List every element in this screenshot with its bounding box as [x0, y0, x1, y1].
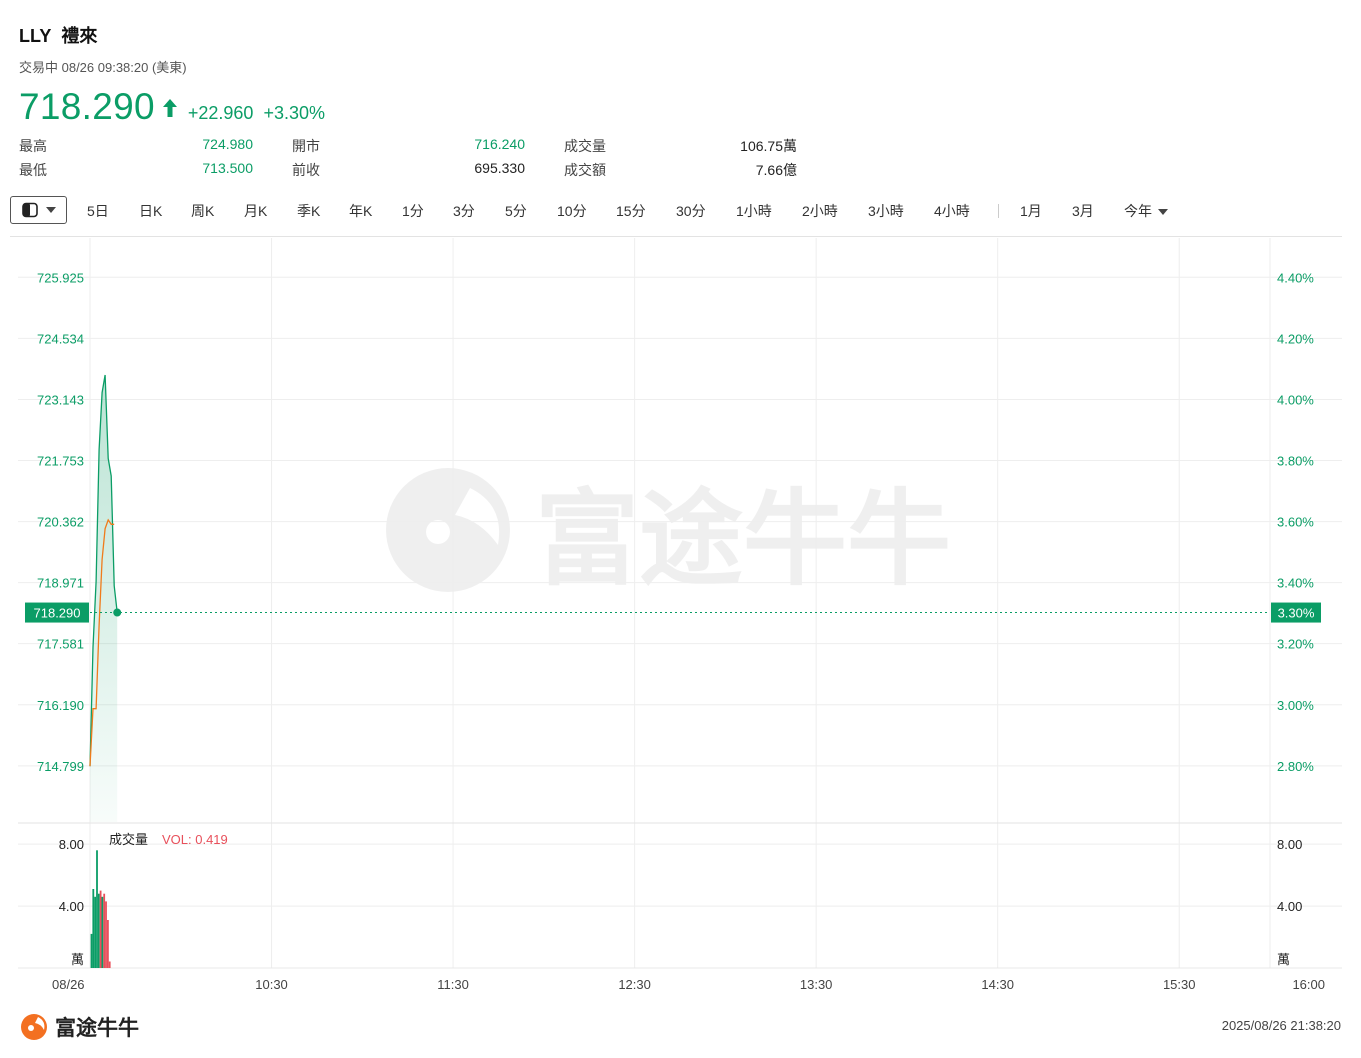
volume-tick-label: 8.00 [59, 837, 84, 852]
volume-bar [96, 850, 98, 968]
time-tick-label: 15:30 [1163, 977, 1196, 992]
pct-tick-label: 3.20% [1277, 637, 1314, 652]
watermark-logo: 富途牛牛 [386, 468, 951, 600]
time-tick-label: 08/26 [52, 977, 85, 992]
pct-tick-label: 4.20% [1277, 331, 1314, 346]
chart-grid [18, 238, 1342, 969]
volume-bar [107, 920, 109, 968]
futu-logo-icon [21, 1014, 47, 1040]
time-axis: 08/26 10:30 11:30 12:30 13:30 14:30 15:30 16:00 [52, 977, 1325, 992]
volume-panel: 成交量 VOL: 0.419 8.00 8.00 4.00 4.00 萬 萬 [59, 832, 1302, 968]
pct-tick-label: 3.40% [1277, 576, 1314, 591]
brand-name: 富途牛牛 [55, 1017, 139, 1040]
volume-tick-label-right: 4.00 [1277, 899, 1302, 914]
pct-tick-label: 2.80% [1277, 759, 1314, 774]
volume-value: VOL: 0.419 [162, 832, 228, 847]
price-axis: 725.925 724.534 723.143 721.753 720.362 718.9… [37, 270, 84, 774]
volume-bar [105, 901, 107, 968]
volume-bar [90, 933, 93, 968]
volume-bar [103, 893, 106, 968]
volume-bar [92, 889, 95, 968]
price-tick-label: 724.534 [37, 331, 84, 346]
pct-tick-label: 3.00% [1277, 698, 1314, 713]
price-tick-label: 720.362 [37, 515, 84, 530]
price-area [89, 374, 118, 822]
time-tick-label: 12:30 [618, 977, 651, 992]
volume-bar [97, 893, 100, 968]
price-tick-label: 725.925 [37, 270, 84, 285]
volume-unit-label: 萬 [71, 953, 84, 968]
pct-tick-label: 4.00% [1277, 392, 1314, 407]
time-tick-label: 10:30 [255, 977, 288, 992]
price-tick-label: 714.799 [37, 759, 84, 774]
pct-tick-label: 3.60% [1277, 515, 1314, 530]
price-tick-label: 723.143 [37, 392, 84, 407]
volume-title: 成交量 [109, 832, 148, 847]
price-area-fill [90, 375, 118, 822]
volume-bar [94, 896, 96, 968]
current-price-line: 718.290 3.30% [25, 602, 1321, 623]
current-pct-label: 3.30% [1278, 606, 1315, 621]
brand-logo: 富途牛牛 [19, 1012, 139, 1042]
pct-tick-label: 4.40% [1277, 270, 1314, 285]
time-tick-label: 14:30 [981, 977, 1014, 992]
current-price-label: 718.290 [34, 606, 81, 621]
time-tick-label: 13:30 [800, 977, 833, 992]
svg-text:富途牛牛: 富途牛牛 [535, 478, 951, 600]
price-tick-label: 716.190 [37, 698, 84, 713]
volume-bar [101, 896, 104, 968]
volume-tick-label: 4.00 [59, 899, 84, 914]
volume-bar [108, 961, 111, 968]
price-tick-label: 718.971 [37, 576, 84, 591]
pct-axis: 4.40% 4.20% 4.00% 3.80% 3.60% 3.40% 3.20% 3.00%… [1277, 270, 1314, 774]
time-tick-label: 11:30 [437, 977, 469, 992]
volume-tick-label-right: 8.00 [1277, 837, 1302, 852]
pct-tick-label: 3.80% [1277, 453, 1314, 468]
price-tick-label: 717.581 [37, 637, 84, 652]
intraday-chart[interactable]: 富途牛牛 725.925 724.534 723.143 721.753 720.362… [0, 0, 1361, 1000]
volume-bar [99, 890, 102, 968]
time-tick-label: 16:00 [1292, 977, 1325, 992]
current-price-dot [113, 608, 122, 617]
price-tick-label: 721.753 [37, 453, 84, 468]
volume-unit-label-right: 萬 [1277, 953, 1290, 968]
snapshot-timestamp: 2025/08/26 21:38:20 [1221, 1018, 1341, 1033]
